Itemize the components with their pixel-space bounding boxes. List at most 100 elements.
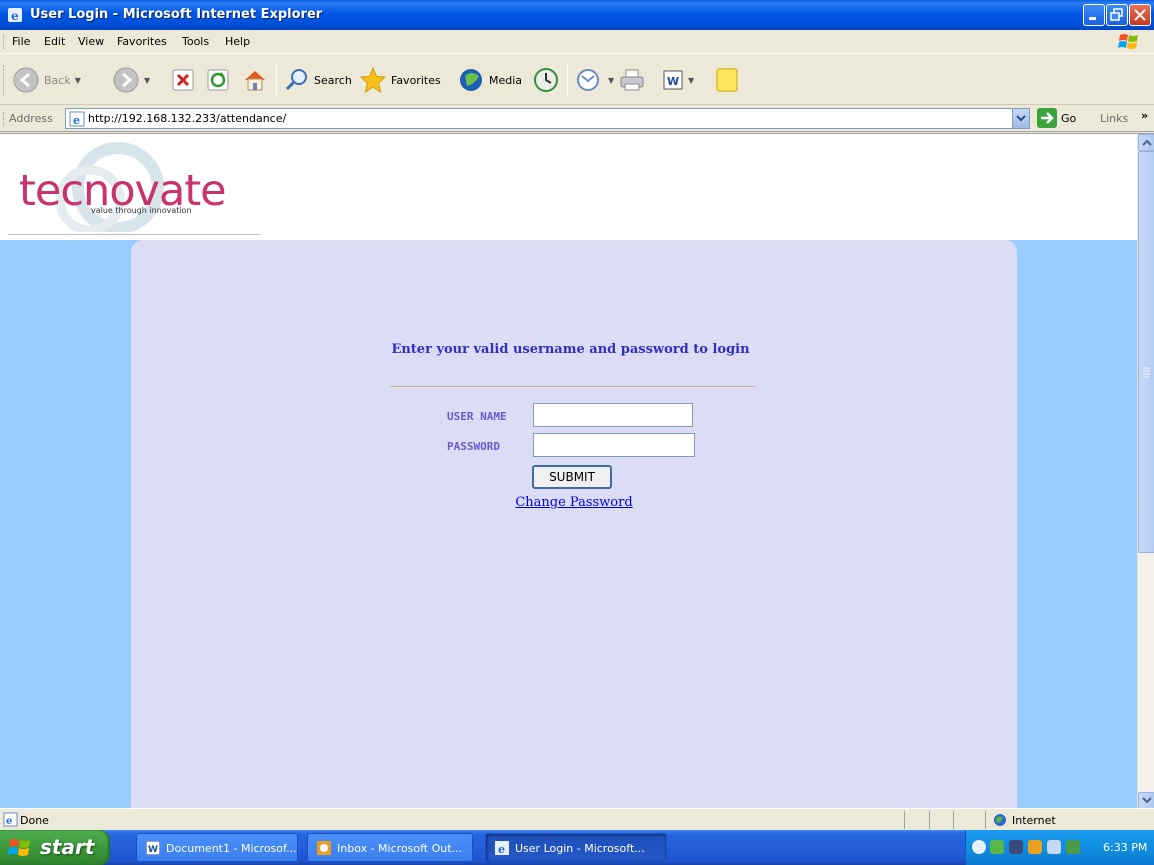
close-button[interactable] — [1129, 4, 1151, 26]
username-input[interactable] — [533, 403, 693, 427]
stop-icon — [172, 69, 194, 91]
forward-button[interactable]: ▼ — [112, 63, 150, 97]
menu-help[interactable]: Help — [225, 35, 250, 48]
url-text[interactable]: http://192.168.132.233/attendance/ — [88, 112, 286, 125]
svg-text:W: W — [148, 845, 158, 855]
vertical-scrollbar[interactable] — [1137, 134, 1154, 808]
refresh-button[interactable] — [207, 63, 229, 97]
back-label: Back — [44, 73, 71, 87]
svg-text:e: e — [498, 843, 505, 855]
globe-icon — [994, 814, 1006, 826]
menu-grip[interactable] — [3, 35, 6, 49]
ie-icon: e — [8, 8, 22, 23]
tecnovate-logo: tecnovate value through innovation — [10, 142, 250, 232]
browser-viewport: tecnovate value through innovation Enter… — [0, 133, 1154, 808]
sticky-note-button[interactable] — [715, 63, 739, 97]
back-button[interactable]: Back ▼ — [12, 63, 81, 97]
links-label[interactable]: Links — [1100, 112, 1128, 125]
task-document1[interactable]: W Document1 - Microsof... — [136, 833, 298, 862]
close-icon — [1134, 9, 1146, 21]
tray-security-icon[interactable] — [1028, 840, 1042, 854]
ie-icon: e — [495, 841, 509, 855]
status-panel-divider — [929, 811, 930, 829]
back-dropdown-icon[interactable]: ▼ — [75, 76, 81, 85]
menu-favorites[interactable]: Favorites — [117, 35, 167, 48]
stop-button[interactable] — [172, 63, 194, 97]
svg-text:e: e — [11, 9, 19, 23]
search-icon — [285, 69, 307, 91]
svg-text:e: e — [6, 816, 12, 827]
menu-edit[interactable]: Edit — [44, 35, 65, 48]
scroll-up-button[interactable] — [1138, 134, 1154, 151]
ie-status-icon: e — [3, 812, 18, 827]
standard-toolbar: Back ▼ ▼ Search Favorites Media ▼ W ▼ — [0, 55, 1154, 105]
chevron-down-icon — [1016, 115, 1026, 122]
mail-button[interactable]: ▼ — [576, 63, 614, 97]
menu-tools[interactable]: Tools — [182, 35, 209, 48]
mail-dropdown-icon[interactable]: ▼ — [608, 76, 614, 85]
search-label: Search — [314, 73, 352, 87]
favorites-button[interactable]: Favorites — [359, 63, 441, 97]
address-grip[interactable] — [3, 112, 6, 126]
links-chevron-icon[interactable]: » — [1141, 109, 1148, 122]
address-bar: Address e http://192.168.132.233/attenda… — [0, 106, 1154, 132]
status-panel-divider — [985, 811, 986, 829]
tray-monitor-icon[interactable] — [1009, 840, 1023, 854]
word-icon: W — [146, 841, 160, 855]
task-label: User Login - Microsoft... — [515, 842, 645, 855]
address-field[interactable]: e http://192.168.132.233/attendance/ — [65, 108, 1030, 129]
tray-app-icon[interactable] — [1066, 840, 1080, 854]
page-header: tecnovate value through innovation — [0, 134, 1137, 240]
outlook-icon — [317, 841, 331, 855]
scroll-down-button[interactable] — [1138, 792, 1154, 808]
start-button[interactable]: start — [0, 830, 110, 865]
submit-button[interactable]: SUBMIT — [532, 465, 612, 489]
media-button[interactable]: Media — [457, 63, 522, 97]
heading-divider — [390, 386, 756, 387]
go-button[interactable]: Go — [1037, 108, 1076, 128]
address-dropdown-button[interactable] — [1012, 109, 1029, 128]
chevron-up-icon — [1142, 139, 1152, 146]
security-zone-label: Internet — [1012, 814, 1056, 827]
page-content: tecnovate value through innovation Enter… — [0, 134, 1137, 808]
task-label: Inbox - Microsoft Out... — [337, 842, 463, 855]
task-inbox[interactable]: Inbox - Microsoft Out... — [307, 833, 473, 862]
refresh-icon — [207, 69, 229, 91]
task-user-login[interactable]: e User Login - Microsoft... — [485, 833, 667, 862]
print-button[interactable] — [618, 63, 646, 97]
windows-logo-icon — [1118, 34, 1138, 49]
edit-dropdown-icon[interactable]: ▼ — [688, 76, 694, 85]
clock[interactable]: 6:33 PM — [1103, 841, 1147, 854]
windows-flag-icon — [8, 839, 30, 856]
home-button[interactable] — [242, 63, 268, 97]
history-button[interactable] — [532, 63, 560, 97]
go-label: Go — [1061, 111, 1077, 125]
change-password-link: Change Password — [0, 495, 1148, 510]
status-text: Done — [20, 814, 49, 827]
window-title: User Login - Microsoft Internet Explorer — [30, 7, 323, 22]
menu-view[interactable]: View — [78, 35, 104, 48]
minimize-icon — [1089, 17, 1096, 20]
printer-icon — [620, 69, 644, 91]
restore-button[interactable] — [1106, 4, 1128, 26]
tray-expand-icon[interactable] — [972, 840, 986, 854]
home-icon — [245, 71, 265, 91]
password-label: PASSWORD — [447, 440, 500, 453]
search-button[interactable]: Search — [284, 63, 352, 97]
login-heading: Enter your valid username and password t… — [391, 342, 750, 357]
menu-file[interactable]: File — [12, 35, 30, 48]
status-panel-divider — [953, 811, 954, 829]
tray-network-icon[interactable] — [990, 840, 1004, 854]
toolbar-grip[interactable] — [3, 65, 6, 95]
minimize-button[interactable] — [1083, 4, 1105, 26]
tray-volume-icon[interactable] — [1047, 840, 1061, 854]
edit-button[interactable]: W ▼ — [662, 63, 694, 97]
address-label: Address — [9, 112, 53, 125]
scroll-thumb[interactable] — [1138, 151, 1154, 553]
forward-dropdown-icon[interactable]: ▼ — [144, 76, 150, 85]
go-arrow-icon — [1037, 108, 1057, 128]
change-password-text[interactable]: Change Password — [515, 495, 632, 510]
password-input[interactable] — [533, 433, 695, 457]
task-label: Document1 - Microsof... — [166, 842, 297, 855]
title-bar[interactable]: e User Login - Microsoft Internet Explor… — [0, 0, 1154, 30]
